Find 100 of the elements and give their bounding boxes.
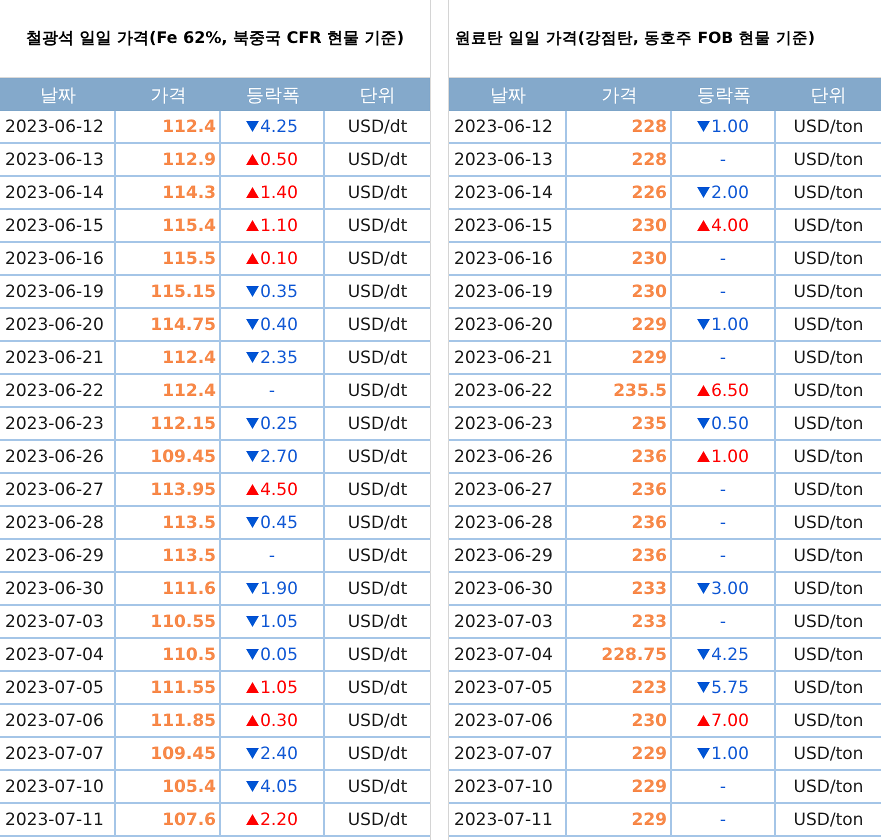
unit-cell: USD/ton: [776, 771, 881, 804]
price-cell: 229: [567, 771, 672, 804]
change-value: 1.10: [260, 216, 298, 236]
change-value: -: [720, 480, 726, 500]
price-cell: 111.55: [116, 672, 221, 705]
date-cell: 2023-06-14: [0, 177, 116, 210]
date-cell: 2023-07-06: [449, 705, 567, 738]
unit-cell: USD/ton: [776, 276, 881, 309]
price-cell: 115.5: [116, 243, 221, 276]
change-value: 1.00: [711, 744, 749, 764]
price-cell: 236: [567, 441, 672, 474]
price-cell: 223: [567, 672, 672, 705]
date-cell: 2023-06-30: [449, 573, 567, 606]
change-value: 0.30: [260, 710, 298, 730]
unit-cell: USD/dt: [325, 177, 430, 210]
change-value: -: [720, 348, 726, 368]
price-cell: 228: [567, 144, 672, 177]
column-header: 단위: [776, 78, 881, 111]
change-value: 3.00: [711, 578, 749, 598]
unit-cell: USD/ton: [776, 672, 881, 705]
unit-cell: USD/dt: [325, 639, 430, 672]
date-cell: 2023-06-15: [0, 210, 116, 243]
date-cell: 2023-06-27: [0, 474, 116, 507]
change-value: -: [720, 248, 726, 268]
change-value: 1.05: [260, 678, 298, 698]
change-value: 4.25: [711, 644, 749, 664]
price-cell: 107.6: [116, 804, 221, 837]
unit-cell: USD/ton: [776, 507, 881, 540]
price-cell: 112.4: [116, 375, 221, 408]
unit-cell: USD/ton: [776, 243, 881, 276]
date-cell: 2023-07-10: [0, 771, 116, 804]
date-cell: 2023-06-12: [449, 111, 567, 144]
unit-cell: USD/dt: [325, 276, 430, 309]
date-cell: 2023-07-07: [449, 738, 567, 771]
price-cell: 228: [567, 111, 672, 144]
date-cell: 2023-06-16: [0, 243, 116, 276]
price-cell: 230: [567, 210, 672, 243]
unit-cell: USD/dt: [325, 705, 430, 738]
price-cell: 235.5: [567, 375, 672, 408]
date-cell: 2023-06-22: [449, 375, 567, 408]
price-cell: 113.5: [116, 540, 221, 573]
date-cell: 2023-07-11: [0, 804, 116, 837]
column-header: 등락폭: [221, 78, 325, 111]
price-cell: 112.4: [116, 342, 221, 375]
unit-cell: USD/ton: [776, 738, 881, 771]
unit-cell: USD/ton: [776, 804, 881, 837]
change-value: -: [268, 380, 276, 400]
unit-cell: USD/ton: [776, 639, 881, 672]
date-cell: 2023-06-20: [0, 309, 116, 342]
date-cell: 2023-06-19: [0, 276, 116, 309]
change-value: 4.50: [260, 480, 298, 500]
date-cell: 2023-06-23: [0, 408, 116, 441]
change-value: 7.00: [711, 710, 749, 730]
change-value: 2.40: [260, 744, 298, 764]
change-value: 0.25: [260, 414, 298, 434]
date-cell: 2023-06-20: [449, 309, 567, 342]
date-cell: 2023-07-03: [0, 606, 116, 639]
unit-cell: USD/ton: [776, 573, 881, 606]
price-cell: 105.4: [116, 771, 221, 804]
unit-cell: USD/dt: [325, 144, 430, 177]
price-cell: 110.55: [116, 606, 221, 639]
unit-cell: USD/dt: [325, 540, 430, 573]
change-value: 5.75: [711, 678, 749, 698]
unit-cell: USD/dt: [325, 474, 430, 507]
price-cell: 236: [567, 507, 672, 540]
column-header: 가격: [567, 78, 672, 111]
price-cell: 112.4: [116, 111, 221, 144]
unit-cell: USD/ton: [776, 177, 881, 210]
change-value: 4.25: [260, 116, 298, 136]
price-cell: 111.85: [116, 705, 221, 738]
price-cell: 112.9: [116, 144, 221, 177]
unit-cell: USD/dt: [325, 507, 430, 540]
date-cell: 2023-06-14: [449, 177, 567, 210]
price-cell: 230: [567, 276, 672, 309]
change-value: -: [268, 546, 276, 566]
price-cell: 233: [567, 573, 672, 606]
price-cell: 229: [567, 738, 672, 771]
change-value: 0.05: [260, 644, 298, 664]
price-cell: 233: [567, 606, 672, 639]
unit-cell: USD/dt: [325, 573, 430, 606]
date-cell: 2023-06-26: [449, 441, 567, 474]
date-cell: 2023-07-05: [0, 672, 116, 705]
price-cell: 230: [567, 705, 672, 738]
date-cell: 2023-06-13: [0, 144, 116, 177]
change-value: 2.70: [260, 446, 298, 466]
price-cell: 112.15: [116, 408, 221, 441]
date-cell: 2023-07-10: [449, 771, 567, 804]
date-cell: 2023-06-28: [0, 507, 116, 540]
date-cell: 2023-07-03: [449, 606, 567, 639]
unit-cell: USD/ton: [776, 705, 881, 738]
change-value: 4.00: [711, 216, 749, 236]
price-cell: 236: [567, 540, 672, 573]
change-value: 1.05: [260, 612, 298, 632]
price-cell: 115.4: [116, 210, 221, 243]
unit-cell: USD/dt: [325, 111, 430, 144]
price-cell: 230: [567, 243, 672, 276]
change-value: 0.50: [711, 414, 749, 434]
unit-cell: USD/dt: [325, 771, 430, 804]
change-value: -: [720, 810, 726, 830]
change-value: 1.40: [260, 182, 298, 202]
